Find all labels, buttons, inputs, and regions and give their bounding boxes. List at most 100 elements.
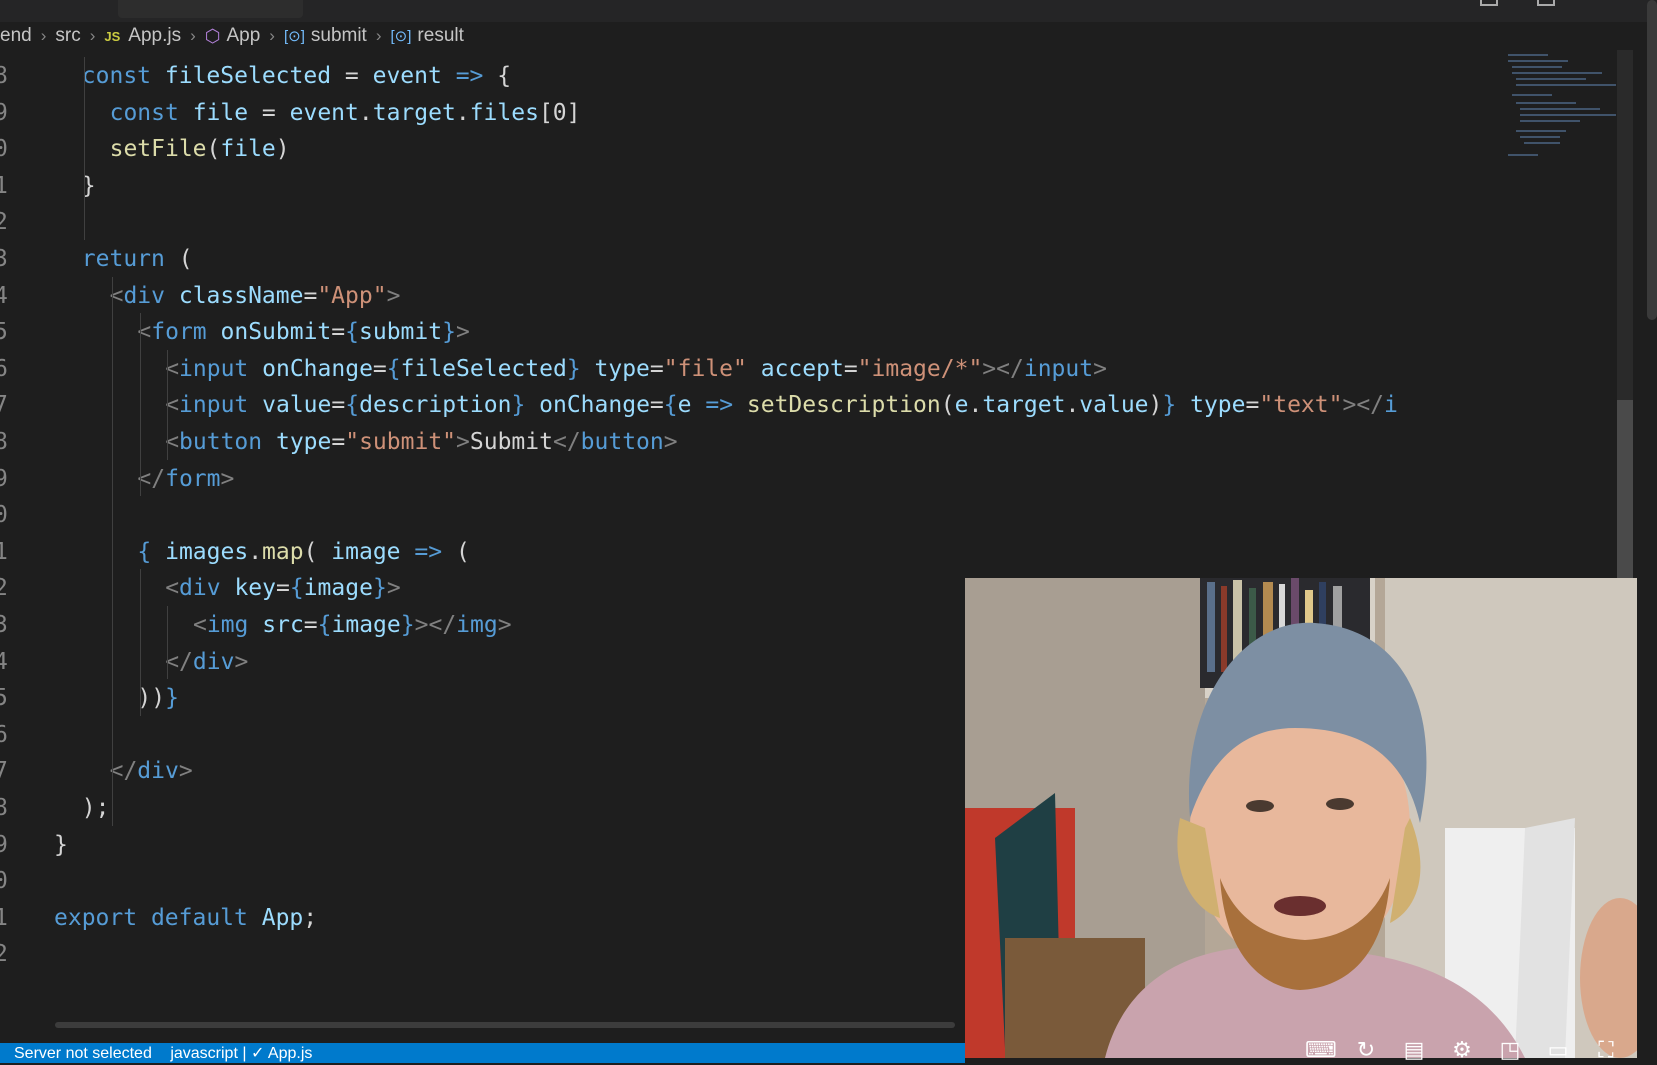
code-line[interactable]: 9 </form> [0,460,1500,498]
breadcrumb-item-file[interactable]: App.js [128,25,181,47]
code-text: return ( [82,240,193,278]
settings-icon[interactable]: ⚙ [1449,1037,1475,1063]
split-editor-icon[interactable] [1480,0,1498,6]
code-token: image [331,612,401,638]
language-status[interactable]: javascript | ✓ App.js [170,1045,312,1062]
code-line[interactable]: 2 [0,203,1500,241]
code-token: = [1245,392,1260,419]
code-line[interactable]: 1} [0,167,1500,205]
line-number: 3 [0,246,8,272]
code-token: < [193,612,207,638]
more-actions-icon[interactable] [1537,0,1555,6]
code-token: . [1065,392,1080,419]
minimap[interactable] [1500,50,1620,170]
code-token: </ [552,429,581,455]
code-token: > [220,465,235,492]
breadcrumb-item-submit[interactable]: submit [311,25,367,47]
code-line[interactable]: 0 setFile(file) [0,130,1500,168]
code-token: onChange [525,392,650,419]
code-token: )) [137,685,166,712]
line-number: 7 [0,392,8,419]
code-token: "file" [663,355,747,382]
miniplayer-icon[interactable]: ◳ [1497,1037,1523,1063]
server-status[interactable]: Server not selected [14,1045,152,1062]
code-line[interactable]: 0 [0,496,1500,534]
code-token: > [455,319,470,346]
video-controls: ⌨ ↻ ▤ ⚙ ◳ ▭ ⛶ [965,1036,1637,1063]
code-token: = [331,429,346,455]
code-token: e [677,392,692,419]
line-number: 9 [0,99,8,126]
code-token: > [497,612,512,638]
editor-tab[interactable] [118,0,303,18]
code-token: { [317,612,332,638]
code-text: export default App; [54,899,317,937]
chevron-right-icon: › [89,26,96,45]
code-text: <button type="submit">Submit</button> [165,423,677,461]
code-text: } [54,826,68,864]
code-line[interactable]: 8 <button type="submit">Submit</button> [0,423,1500,461]
fullscreen-icon[interactable]: ⛶ [1593,1037,1619,1063]
code-text: <div key={image}> [165,569,400,607]
code-token: ( [206,136,221,163]
code-token: file [192,99,249,126]
page-scrollbar[interactable] [1647,0,1657,320]
code-token: "image/*" [857,355,983,382]
code-token: ) [1148,392,1163,419]
code-token: . [455,99,470,126]
subtitles-icon[interactable]: ▤ [1401,1037,1427,1063]
code-token: { [663,392,678,419]
code-token: type [1176,392,1246,419]
breadcrumb-item-component[interactable]: App [226,25,260,47]
autoplay-icon[interactable]: ↻ [1353,1037,1379,1063]
code-token: input [179,392,263,419]
keyboard-icon[interactable]: ⌨ [1305,1037,1337,1063]
horizontal-scrollbar[interactable] [55,1022,955,1028]
code-token: div [137,758,179,785]
code-token: type [275,429,332,455]
line-number: 9 [0,465,8,492]
line-number: 1 [0,538,8,565]
code-token: App [261,904,304,931]
code-token: => [691,392,747,419]
code-token: img [206,612,263,638]
code-line[interactable]: 8 const fileSelected = event => { [0,57,1500,95]
code-token: { [345,392,360,419]
breadcrumb-item-folder[interactable]: end [0,25,32,47]
code-token: fileSelected [400,355,567,382]
line-number: 4 [0,282,8,309]
indent-guide [139,569,141,716]
code-line[interactable]: 5 <form onSubmit={submit}> [0,313,1500,351]
code-token: > [234,648,249,675]
line-number: 1 [0,172,8,199]
line-number: 0 [0,868,8,895]
code-line[interactable]: 4 <div className="App"> [0,277,1500,315]
code-token: ></ [414,612,457,638]
code-token: image [331,538,401,565]
code-line[interactable]: 7 <input value={description} onChange={e … [0,386,1500,424]
breadcrumb-item-result[interactable]: result [417,25,463,47]
code-text: ); [82,789,110,827]
code-line[interactable]: 6 <input onChange={fileSelected} type="fi… [0,350,1500,388]
code-token: input [1023,355,1094,382]
code-line[interactable]: 3 return ( [0,240,1500,278]
indent-guide [111,276,113,826]
code-token: = [843,355,858,382]
code-token: accept [746,355,844,382]
code-token: value [1079,392,1149,419]
code-token: const [109,99,193,126]
line-number: 0 [0,502,8,529]
code-token: = [248,99,290,126]
code-token: button [179,429,276,455]
code-token: input [179,355,263,382]
theater-icon[interactable]: ▭ [1545,1037,1571,1063]
code-line[interactable]: 1 { images.map( image => ( [0,533,1500,571]
code-token: } [400,612,415,638]
code-token: . [248,538,263,565]
breadcrumb-item-src[interactable]: src [55,25,80,47]
code-token: image [303,575,373,602]
code-text: { images.map( image => ( [137,533,469,571]
code-token: default [150,904,262,931]
indent-guide [139,313,141,497]
code-line[interactable]: 9 const file = event.target.files[0] [0,94,1500,132]
